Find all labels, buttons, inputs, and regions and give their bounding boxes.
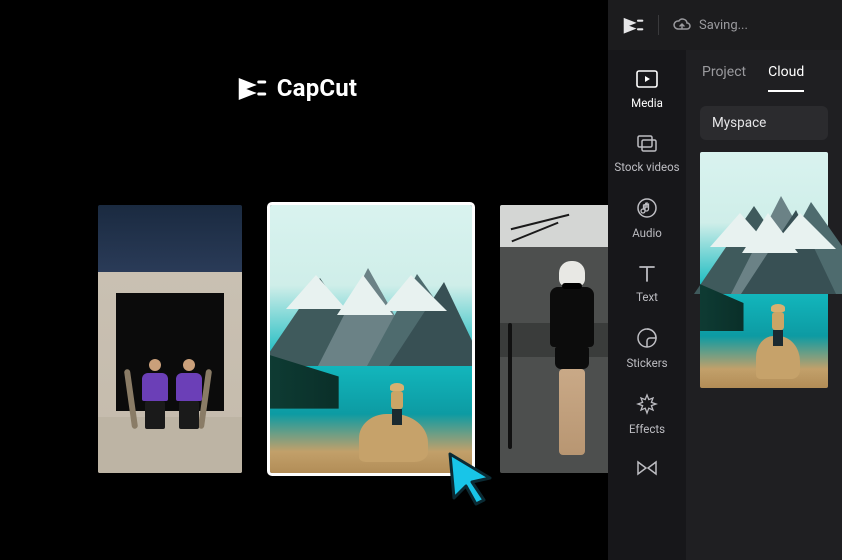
tab-cloud[interactable]: Cloud — [768, 64, 804, 92]
gallery-page: CapCut — [18, 0, 576, 560]
nav-label: Audio — [632, 226, 662, 240]
gallery-thumb-selected[interactable] — [270, 205, 472, 473]
cloud-asset-thumb[interactable] — [700, 152, 828, 388]
brand: CapCut — [237, 74, 358, 102]
nav-stock-videos[interactable]: Stock videos — [614, 132, 679, 174]
stickers-icon — [635, 326, 659, 350]
save-status: Saving... — [673, 18, 748, 33]
editor-side-nav: Media Stock videos Audio Text Stickers — [608, 50, 686, 560]
transitions-icon — [635, 458, 659, 478]
nav-text[interactable]: Text — [635, 262, 659, 304]
gallery-row — [98, 205, 644, 473]
tabs: Project Cloud — [686, 50, 842, 92]
space-dropdown-label: Myspace — [712, 115, 766, 131]
nav-label: Media — [631, 96, 663, 110]
capcut-logo-icon[interactable] — [622, 15, 644, 35]
save-status-label: Saving... — [699, 18, 748, 33]
media-icon — [635, 68, 659, 90]
editor-titlebar: Saving... — [608, 0, 842, 50]
nav-label: Stock videos — [614, 160, 679, 174]
nav-label: Effects — [629, 422, 665, 436]
nav-label: Text — [636, 290, 658, 304]
brand-name: CapCut — [277, 74, 358, 102]
audio-icon — [635, 196, 659, 220]
nav-effects[interactable]: Effects — [629, 392, 665, 436]
text-icon — [635, 262, 659, 284]
nav-stickers[interactable]: Stickers — [626, 326, 667, 370]
nav-media[interactable]: Media — [631, 68, 663, 110]
editor-panel: Saving... Media Stock videos Audio Te — [608, 50, 842, 560]
space-dropdown[interactable]: Myspace — [700, 106, 828, 140]
nav-audio[interactable]: Audio — [632, 196, 662, 240]
gallery-thumb[interactable] — [98, 205, 242, 473]
capcut-logo-icon — [237, 74, 267, 102]
effects-icon — [635, 392, 659, 416]
nav-transitions[interactable] — [635, 458, 659, 478]
editor-content: Project Cloud Myspace — [686, 50, 842, 560]
stock-icon — [635, 132, 659, 154]
divider — [658, 15, 659, 35]
tab-project[interactable]: Project — [702, 64, 746, 92]
nav-label: Stickers — [626, 356, 667, 370]
cloud-upload-icon — [673, 18, 691, 32]
cloud-asset-list — [700, 152, 828, 388]
